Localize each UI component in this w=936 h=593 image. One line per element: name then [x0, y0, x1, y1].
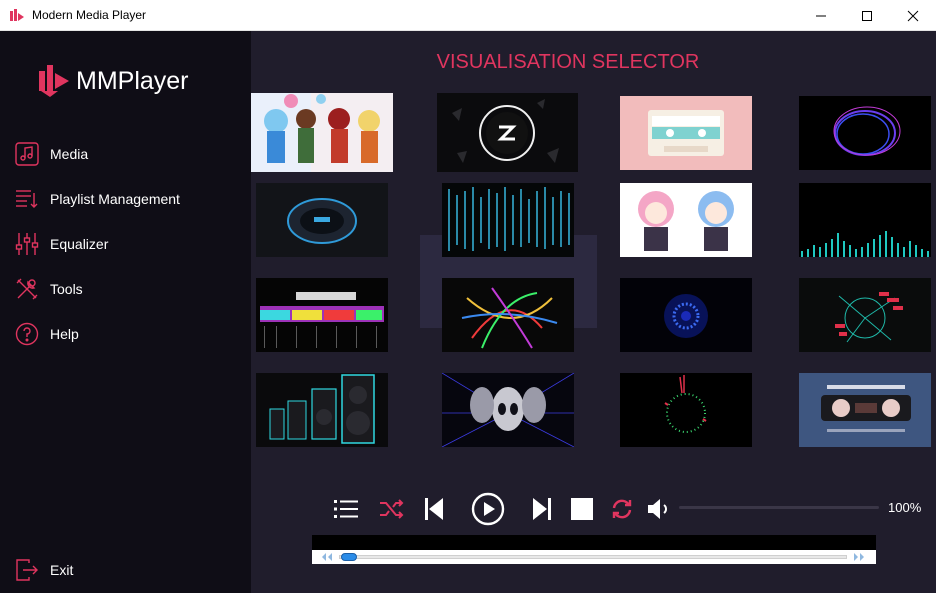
seek-scrollbar[interactable] — [312, 550, 876, 564]
sidebar-item-playlist-management[interactable]: Playlist Management — [14, 185, 244, 213]
volume-percent: 100% — [888, 500, 922, 515]
visualisation-thumbnail-anime-group[interactable] — [251, 93, 393, 172]
repeat-icon — [612, 499, 632, 519]
window-title: Modern Media Player — [32, 8, 147, 22]
sidebar-item-equalizer[interactable]: Equalizer — [14, 230, 244, 258]
visualisation-grid — [251, 93, 936, 463]
sidebar: MMPlayer Media Playlist Management Equal… — [0, 31, 251, 593]
title-bar: Modern Media Player — [0, 0, 936, 31]
main-panel: VISUALISATION SELECTOR 100% — [251, 31, 936, 593]
sidebar-item-label: Equalizer — [50, 236, 109, 252]
close-button[interactable] — [890, 0, 936, 31]
volume-slider[interactable] — [679, 506, 879, 509]
playlist-toggle-button[interactable] — [333, 496, 359, 522]
sidebar-item-label: Help — [50, 326, 79, 342]
visualisation-thumbnail-cassette-pink[interactable] — [620, 96, 752, 170]
sidebar-item-help[interactable]: Help — [14, 320, 244, 348]
media-display-strip — [312, 535, 876, 550]
scroll-right-icon — [854, 553, 864, 561]
visualisation-thumbnail-matrix-grid[interactable] — [442, 183, 574, 257]
minimize-button[interactable] — [798, 0, 844, 31]
list-icon — [334, 500, 358, 518]
mmplayer-logo: MMPlayer — [36, 61, 206, 101]
visualisation-thumbnail-cyan-bars[interactable] — [799, 183, 931, 257]
scroll-left-icon — [322, 553, 332, 561]
seek-thumb[interactable] — [341, 553, 357, 561]
maximize-button[interactable] — [844, 0, 890, 31]
logo-icon — [39, 65, 69, 97]
stop-button[interactable] — [569, 496, 595, 522]
visualisation-thumbnail-alien-heads[interactable] — [442, 373, 574, 447]
exit-label: Exit — [50, 562, 74, 578]
sidebar-item-label: Media — [50, 146, 89, 162]
volume-icon — [648, 499, 667, 519]
page-title: VISUALISATION SELECTOR — [436, 51, 700, 73]
app-logo-icon — [10, 9, 24, 21]
play-icon — [471, 492, 505, 526]
visualisation-thumbnail-blue-speaker[interactable] — [256, 183, 388, 257]
visualisation-thumbnail-speakers-neon[interactable] — [256, 373, 388, 447]
tools-icon — [14, 276, 40, 302]
volume-button[interactable] — [646, 495, 674, 523]
repeat-button[interactable] — [608, 495, 636, 523]
shuffle-button[interactable] — [378, 495, 406, 523]
visualisation-thumbnail-purple-ring[interactable] — [799, 96, 931, 170]
exit-icon — [14, 557, 40, 583]
visualisation-thumbnail-anime-twins[interactable] — [620, 183, 752, 257]
sidebar-item-label: Tools — [50, 281, 83, 297]
visualisation-thumbnail-rainbow-tangle[interactable] — [442, 278, 574, 352]
playlist-icon — [14, 186, 40, 212]
sidebar-item-label: Playlist Management — [50, 191, 180, 207]
seek-track[interactable] — [339, 555, 847, 559]
maximize-icon — [862, 10, 872, 21]
visualisation-thumbnail-i-love-music[interactable] — [256, 278, 388, 352]
play-button[interactable] — [470, 491, 506, 527]
visualisation-thumbnail-circle-spectrum[interactable] — [620, 373, 752, 447]
logo-text: MMPlayer — [76, 67, 189, 95]
skip-previous-icon — [425, 498, 443, 520]
help-icon — [14, 321, 40, 347]
sliders-icon — [14, 231, 40, 257]
skip-next-icon — [533, 498, 551, 520]
visualisation-thumbnail-cassette-blue[interactable] — [799, 373, 931, 447]
music-note-icon — [14, 141, 40, 167]
sidebar-item-media[interactable]: Media — [14, 140, 244, 168]
stop-icon — [571, 498, 593, 520]
minimize-icon — [816, 15, 826, 16]
sidebar-item-tools[interactable]: Tools — [14, 275, 244, 303]
shuffle-icon — [380, 499, 404, 519]
close-icon — [907, 10, 919, 21]
exit-button[interactable]: Exit — [14, 556, 244, 584]
visualisation-thumbnail-blue-particles[interactable] — [620, 278, 752, 352]
visualisation-thumbnail-logo-ring[interactable] — [437, 93, 578, 172]
next-button[interactable] — [530, 495, 554, 523]
previous-button[interactable] — [422, 495, 446, 523]
visualisation-thumbnail-red-radial[interactable] — [799, 278, 931, 352]
